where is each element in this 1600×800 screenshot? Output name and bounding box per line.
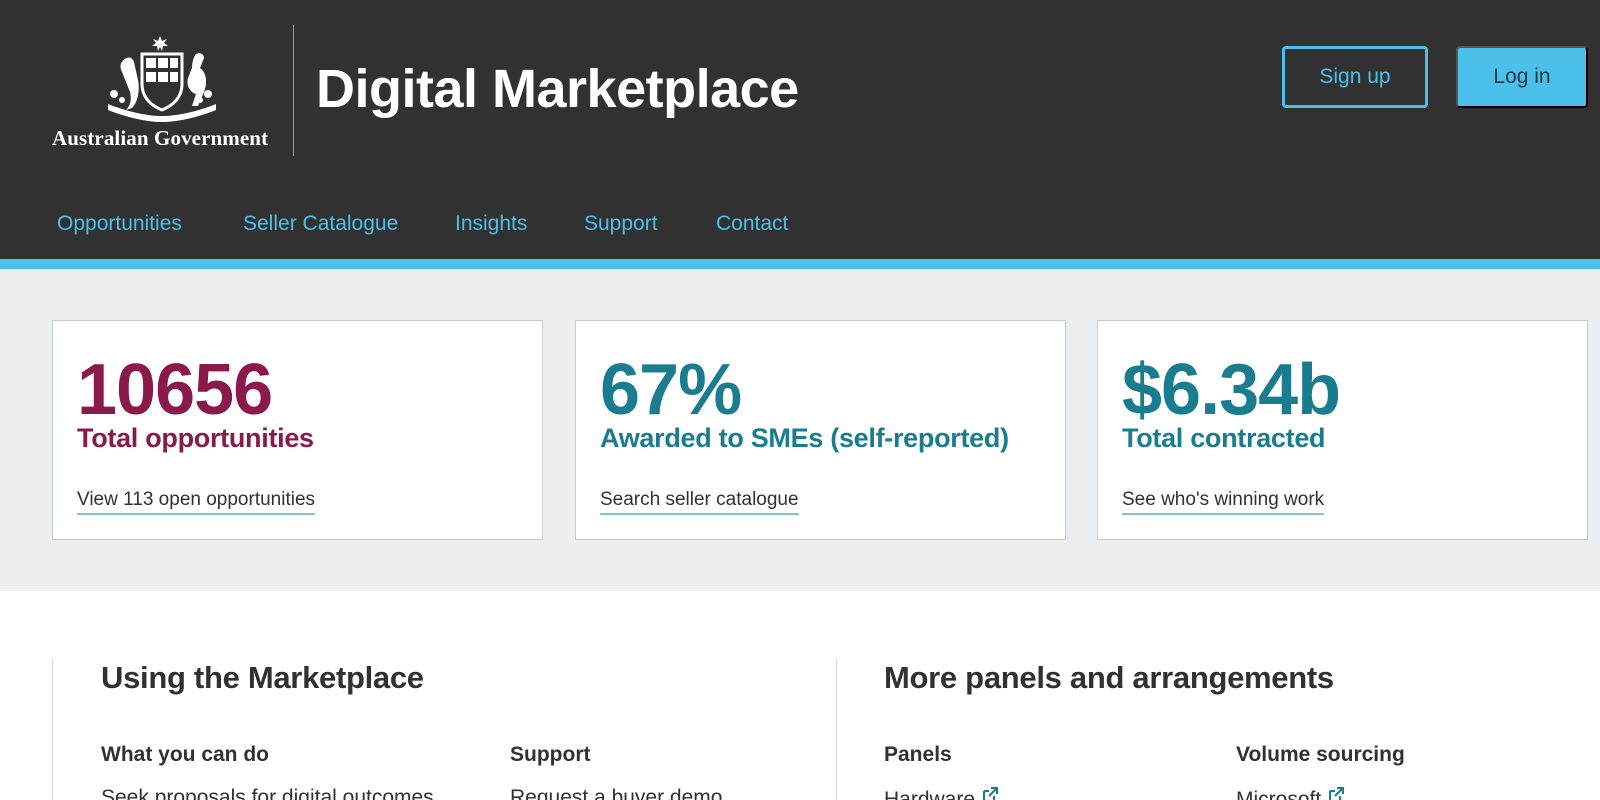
list-item-label: Microsoft	[1236, 788, 1322, 800]
nav-item-contact[interactable]: Contact	[716, 212, 788, 236]
stat-card-smes: 67% Awarded to SMEs (self-reported) Sear…	[575, 320, 1066, 540]
log-in-button[interactable]: Log in	[1456, 46, 1588, 108]
stat-number: 67%	[600, 350, 742, 430]
stat-number: $6.34b	[1122, 350, 1341, 430]
nav-item-opportunities[interactable]: Opportunities	[57, 212, 182, 236]
panels-heading: Panels	[884, 743, 952, 766]
nav-item-support[interactable]: Support	[584, 212, 658, 236]
column-rule	[836, 658, 837, 800]
support-heading: Support	[510, 743, 591, 766]
sign-up-button[interactable]: Sign up	[1282, 46, 1428, 108]
nav-item-seller-catalogue[interactable]: Seller Catalogue	[243, 212, 398, 236]
microsoft-link[interactable]: Microsoft	[1236, 786, 1345, 800]
view-open-opportunities-link[interactable]: View 113 open opportunities	[77, 489, 316, 515]
stat-label: Total contracted	[1122, 423, 1326, 453]
external-link-icon	[983, 787, 999, 800]
external-link-icon	[1329, 787, 1345, 800]
site-title[interactable]: Digital Marketplace	[316, 58, 799, 120]
stat-label: Total opportunities	[77, 423, 314, 453]
stat-label: Awarded to SMEs (self-reported)	[600, 423, 1009, 453]
search-seller-catalogue-link[interactable]: Search seller catalogue	[600, 489, 799, 515]
coat-of-arms-icon	[108, 36, 216, 122]
list-item[interactable]: Request a buyer demo	[510, 786, 722, 800]
list-item[interactable]: Seek proposals for digital outcomes	[101, 786, 434, 800]
column-rule	[52, 658, 53, 800]
header-divider	[293, 25, 294, 156]
nav-item-insights[interactable]: Insights	[455, 212, 527, 236]
volume-sourcing-heading: Volume sourcing	[1236, 743, 1405, 766]
see-winning-work-link[interactable]: See who's winning work	[1122, 489, 1325, 515]
what-you-can-do-heading: What you can do	[101, 743, 269, 766]
using-marketplace-heading: Using the Marketplace	[101, 660, 424, 695]
header-accent-stripe	[0, 259, 1600, 269]
government-name: Australian Government	[52, 126, 269, 150]
stat-number: 10656	[77, 350, 273, 430]
list-item-label: Hardware	[884, 788, 976, 800]
hardware-link[interactable]: Hardware	[884, 786, 999, 800]
more-panels-heading: More panels and arrangements	[884, 660, 1334, 695]
site-header: Australian Government Digital Marketplac…	[0, 0, 1600, 259]
stat-card-opportunities: 10656 Total opportunities View 113 open …	[52, 320, 543, 540]
stat-card-contracted: $6.34b Total contracted See who's winnin…	[1097, 320, 1588, 540]
